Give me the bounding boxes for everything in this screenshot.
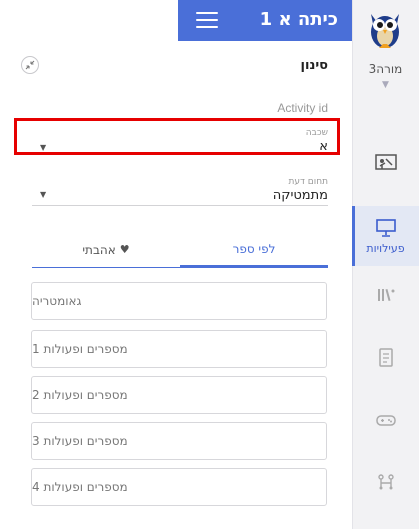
filter-title: סינון (300, 58, 328, 73)
nav-item-teacher-board[interactable] (352, 134, 419, 194)
list-item-label: מספרים ופעולות 4 (32, 480, 128, 494)
chevron-down-icon: ▼ (40, 190, 47, 199)
list-item[interactable]: מספרים ופעולות 4 (31, 468, 327, 506)
list-item[interactable]: מספרים ופעולות 2 (31, 376, 327, 414)
nav-item-games[interactable] (352, 390, 419, 450)
tab-favorites[interactable]: אהבתי ♥ (32, 232, 180, 268)
nav-item-tasks[interactable] (352, 327, 419, 387)
collapse-arrows-icon (25, 60, 35, 70)
list-item-label: מספרים ופעולות 2 (32, 388, 128, 402)
collapse-button[interactable] (21, 56, 39, 74)
book-tabs: אהבתי ♥ לפי ספר (32, 232, 328, 268)
clipboard-icon (375, 347, 397, 367)
activity-id-label[interactable]: Activity id (277, 101, 328, 115)
connections-icon (375, 472, 397, 492)
list-item-label: גאומטריה (32, 294, 82, 308)
list-item[interactable]: מספרים ופעולות 3 (31, 422, 327, 460)
list-item-label: מספרים ופעולות 3 (32, 434, 128, 448)
nav-item-activities[interactable]: פעילויות (352, 206, 419, 266)
hamburger-menu-icon[interactable] (196, 12, 218, 30)
highlight-box (14, 118, 340, 155)
list-item[interactable]: גאומטריה (31, 282, 327, 320)
top-bar: כיתה א 1 (178, 0, 352, 41)
tab-by-book[interactable]: לפי ספר (180, 232, 328, 268)
teacher-board-icon (374, 154, 397, 174)
subject-select-label: תחום דעת (288, 177, 328, 187)
filter-panel: כיתה א 1 סינון Activity id שכבה א ▼ תחום… (0, 0, 352, 529)
presentation-icon (375, 218, 397, 238)
list-item[interactable]: מספרים ופעולות 1 (31, 330, 327, 368)
nav-item-connections[interactable] (352, 452, 419, 512)
class-title: כיתה א 1 (259, 9, 338, 30)
tab-by-book-label: לפי ספר (232, 241, 276, 256)
subject-select[interactable]: תחום דעת מתמטיקה ▼ (32, 177, 328, 206)
sidebar: מורה3 ▼ פעילויות (352, 0, 419, 529)
tab-favorites-label: אהבתי (82, 242, 116, 257)
owl-logo-icon (365, 6, 405, 50)
gamepad-icon (375, 410, 397, 430)
subject-select-value: מתמטיקה (272, 188, 328, 203)
list-item-label: מספרים ופעולות 1 (32, 342, 128, 356)
chevron-down-icon[interactable]: ▼ (352, 80, 419, 90)
nav-item-library[interactable] (352, 265, 419, 325)
heart-icon: ♥ (119, 243, 130, 256)
library-icon (375, 285, 397, 305)
user-name[interactable]: מורה3 (352, 62, 419, 76)
nav-item-activities-label: פעילויות (366, 241, 405, 255)
